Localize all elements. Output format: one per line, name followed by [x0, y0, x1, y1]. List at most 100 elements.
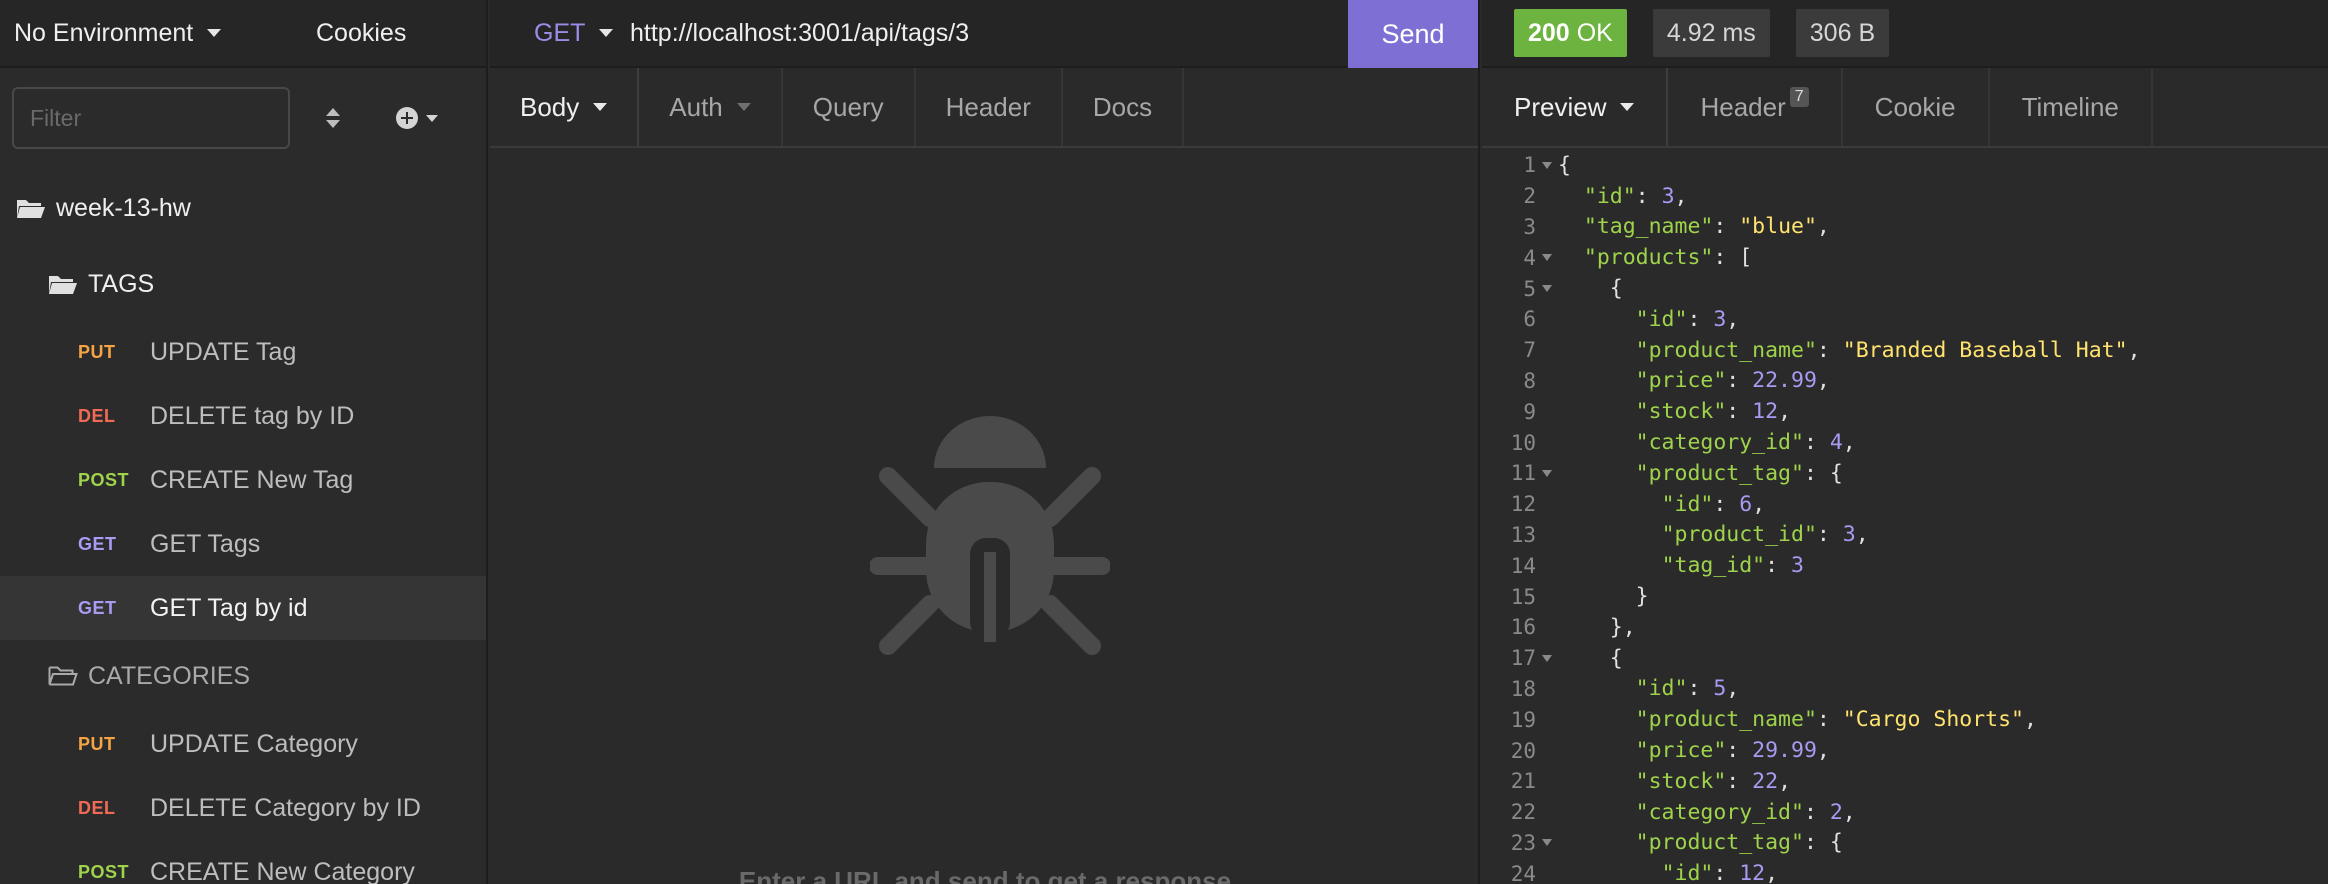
header-count-badge: 7 — [1789, 87, 1809, 107]
code-line: 23 "product_tag": { — [1510, 830, 1843, 856]
method-badge: GET — [78, 597, 117, 618]
chevron-down-icon — [736, 103, 751, 111]
folder-categories[interactable]: CATEGORIES — [0, 640, 486, 712]
workspace-folder[interactable]: week-13-hw — [0, 168, 486, 248]
chevron-down-icon — [207, 29, 222, 37]
method-badge: DEL — [78, 405, 116, 426]
response-tabs: Preview Header 7 Cookie Timeline — [1482, 68, 2328, 148]
method-badge: POST — [78, 861, 130, 882]
tab-docs[interactable]: Docs — [1063, 68, 1185, 146]
request-item[interactable]: DEL DELETE tag by ID — [0, 384, 486, 448]
filter-row — [0, 68, 486, 168]
code-line: 4 "products": [ — [1523, 245, 1753, 271]
workspace-label: week-13-hw — [56, 193, 191, 222]
code-line: 6 "id": 3, — [1523, 306, 1740, 332]
environment-dropdown[interactable]: No Environment — [0, 19, 260, 48]
code-line: 10 "category_id": 4, — [1510, 430, 1856, 456]
request-pane: GET http://localhost:3001/api/tags/3 Sen… — [490, 0, 1480, 884]
request-item-active[interactable]: GET GET Tag by id — [0, 576, 486, 640]
request-item[interactable]: PUT UPDATE Tag — [0, 320, 486, 384]
tab-label: Auth — [669, 91, 723, 122]
code-line: 19 "product_name": "Cargo Shorts", — [1510, 707, 2037, 733]
environment-bar: No Environment Cookies — [0, 0, 486, 68]
request-item[interactable]: GET GET Tags — [0, 512, 486, 576]
request-body: Enter a URL and send to get a response — [490, 148, 1478, 884]
request-label: CREATE New Tag — [150, 465, 354, 494]
code-line: 8 "price": 22.99, — [1523, 368, 1830, 394]
status-badge: 200 OK — [1514, 9, 1627, 57]
cookies-button[interactable]: Cookies — [316, 19, 406, 48]
code-line: 2 "id": 3, — [1523, 183, 1688, 209]
request-item[interactable]: POST CREATE New Category — [0, 840, 486, 884]
tab-cookie[interactable]: Cookie — [1843, 68, 1990, 146]
request-label: GET Tag by id — [150, 593, 308, 622]
chevron-down-icon — [593, 103, 608, 111]
filter-input[interactable] — [12, 87, 290, 149]
code-line: 9 "stock": 12, — [1523, 399, 1792, 425]
send-button[interactable]: Send — [1348, 0, 1478, 68]
tab-response-header[interactable]: Header 7 — [1668, 68, 1843, 146]
method-badge: DEL — [78, 797, 116, 818]
folder-label: TAGS — [88, 269, 155, 298]
response-json-viewer: 1{ 2 "id": 3, 3 "tag_name": "blue", 4 "p… — [1482, 150, 2328, 884]
method-dropdown[interactable]: GET — [490, 19, 618, 48]
code-line: 20 "price": 29.99, — [1510, 738, 1830, 764]
tab-header[interactable]: Header — [916, 68, 1063, 146]
method-badge: POST — [78, 469, 130, 490]
tab-auth[interactable]: Auth — [639, 68, 783, 146]
code-line: 13 "product_id": 3, — [1510, 522, 1869, 548]
response-pane: 200 OK 4.92 ms 306 B Preview Header 7 Co… — [1482, 0, 2328, 884]
code-line: 12 "id": 6, — [1510, 491, 1766, 517]
url-bar: GET http://localhost:3001/api/tags/3 Sen… — [490, 0, 1478, 68]
request-item[interactable]: DEL DELETE Category by ID — [0, 776, 486, 840]
tab-label: Timeline — [2021, 91, 2119, 122]
tab-timeline[interactable]: Timeline — [1990, 68, 2153, 146]
code-line: 17 { — [1510, 645, 1623, 671]
size-badge: 306 B — [1795, 9, 1890, 57]
code-line: 3 "tag_name": "blue", — [1523, 214, 1830, 240]
tab-label: Header — [945, 91, 1031, 122]
tab-label: Cookie — [1874, 91, 1956, 122]
add-button[interactable] — [396, 107, 438, 129]
code-line: 21 "stock": 22, — [1510, 768, 1792, 794]
tab-query[interactable]: Query — [783, 68, 916, 146]
request-item[interactable]: PUT UPDATE Category — [0, 712, 486, 776]
folder-outline-icon — [48, 666, 78, 686]
tab-label: Docs — [1092, 91, 1153, 122]
code-line: 14 "tag_id": 3 — [1510, 553, 1804, 579]
status-text: OK — [1576, 18, 1613, 47]
folder-open-icon — [49, 276, 77, 294]
chevron-down-icon — [599, 29, 614, 37]
chevron-down-icon — [1620, 103, 1635, 111]
tab-label: Preview — [1514, 91, 1607, 122]
environment-label: No Environment — [14, 18, 194, 47]
tab-body[interactable]: Body — [490, 68, 640, 146]
folder-label: CATEGORIES — [88, 661, 251, 690]
folder-tags[interactable]: TAGS — [0, 248, 486, 320]
code-line: 22 "category_id": 2, — [1510, 799, 1856, 825]
tab-preview[interactable]: Preview — [1482, 68, 1669, 146]
request-label: UPDATE Tag — [150, 337, 297, 366]
method-label: GET — [534, 18, 586, 47]
method-badge: GET — [78, 533, 117, 554]
code-line: 18 "id": 5, — [1510, 676, 1740, 702]
empty-hint: Enter a URL and send to get a response — [738, 866, 1232, 884]
bug-icon — [870, 416, 1110, 655]
sort-icon[interactable] — [320, 108, 346, 128]
request-tabs: Body Auth Query Header Docs — [490, 68, 1478, 148]
sidebar: No Environment Cookies week-13-hw TAGS P… — [0, 0, 488, 884]
code-line: 7 "product_name": "Branded Baseball Hat"… — [1523, 337, 2141, 363]
tab-label: Query — [812, 91, 884, 122]
tab-label: Header — [1700, 91, 1786, 122]
code-line: 1{ — [1523, 152, 1571, 178]
code-line: 16 }, — [1510, 614, 1636, 640]
request-item[interactable]: POST CREATE New Tag — [0, 448, 486, 512]
status-code: 200 — [1528, 18, 1570, 47]
folder-open-icon — [17, 200, 45, 218]
url-input[interactable]: http://localhost:3001/api/tags/3 — [630, 19, 969, 48]
code-line: 15 } — [1510, 584, 1649, 610]
request-label: CREATE New Category — [150, 857, 415, 884]
status-bar: 200 OK 4.92 ms 306 B — [1482, 0, 2328, 68]
request-label: DELETE tag by ID — [150, 401, 355, 430]
plus-circle-icon — [396, 107, 418, 129]
